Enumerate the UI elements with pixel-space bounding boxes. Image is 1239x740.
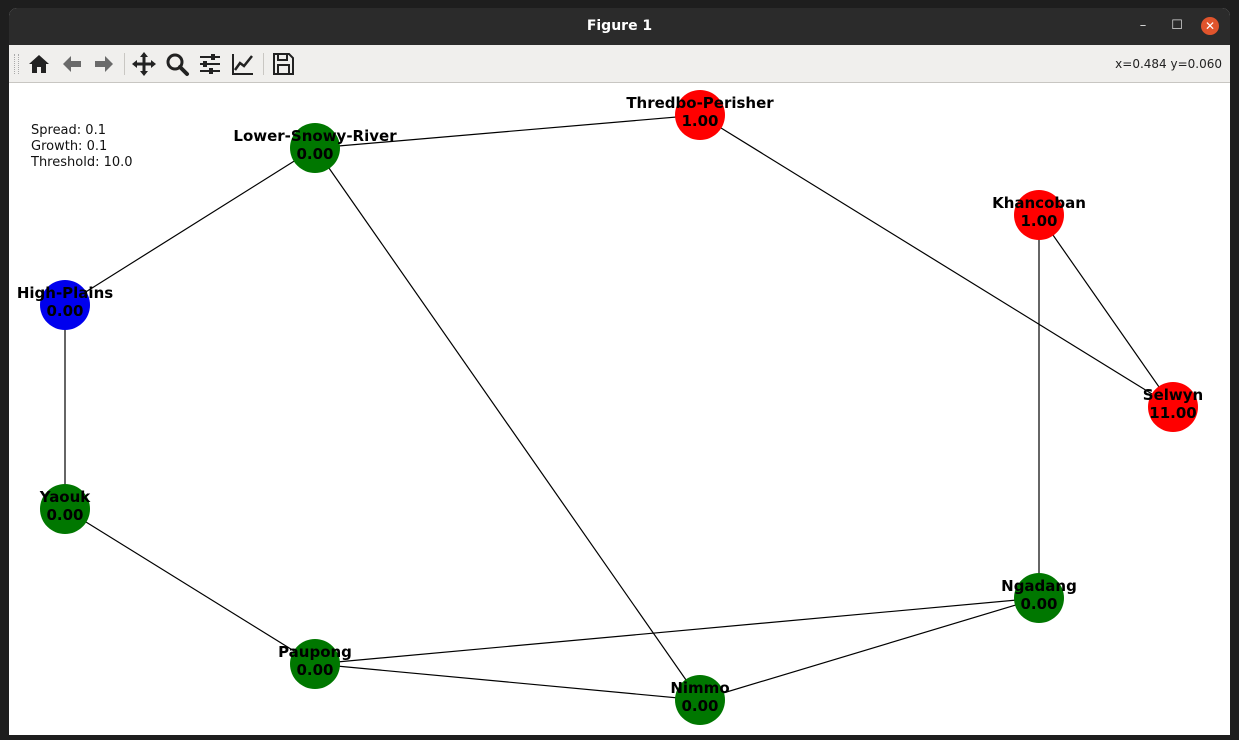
node-label-thredbo: Thredbo-Perisher bbox=[626, 94, 774, 112]
node-value-ngadang: 0.00 bbox=[1020, 595, 1057, 613]
spread-text: Spread: 0.1 bbox=[31, 123, 106, 138]
window-title: Figure 1 bbox=[586, 18, 653, 34]
node-value-nimmo: 0.00 bbox=[681, 697, 718, 715]
threshold-text: Threshold: 10.0 bbox=[31, 155, 133, 170]
zoom-icon[interactable] bbox=[164, 51, 190, 77]
edit-axis-icon[interactable] bbox=[230, 51, 256, 77]
back-icon[interactable] bbox=[59, 51, 85, 77]
network-graph: Thredbo-Perisher1.00Lower-Snowy-River0.0… bbox=[17, 90, 1203, 725]
node-label-khancoban: Khancoban bbox=[992, 194, 1086, 212]
toolbar-separator bbox=[263, 53, 264, 75]
edge-lower-highplains bbox=[64, 147, 316, 306]
node-value-thredbo: 1.00 bbox=[681, 112, 718, 130]
home-icon[interactable] bbox=[26, 51, 52, 77]
save-icon[interactable] bbox=[270, 51, 296, 77]
node-label-nimmo: Nimmo bbox=[670, 679, 729, 697]
pan-icon[interactable] bbox=[131, 51, 157, 77]
node-value-paupong: 0.00 bbox=[296, 661, 333, 679]
parameter-text: Spread: 0.1 Growth: 0.1 Threshold: 10.0 bbox=[31, 123, 133, 171]
edge-lower-nimmo bbox=[314, 147, 701, 701]
node-label-lower: Lower-Snowy-River bbox=[233, 127, 397, 145]
node-value-khancoban: 1.00 bbox=[1020, 212, 1057, 230]
edge-thredbo-selwyn bbox=[699, 114, 1174, 408]
minimize-button[interactable]: – bbox=[1133, 16, 1153, 36]
node-label-selwyn: Selwyn bbox=[1143, 386, 1203, 404]
close-button[interactable]: ✕ bbox=[1201, 17, 1219, 35]
node-value-yaouk: 0.00 bbox=[46, 506, 83, 524]
toolbar: x=0.484 y=0.060 bbox=[9, 45, 1230, 83]
figure-window: Figure 1 – ☐ ✕ x=0.484 y=0.060 Thredbo-P… bbox=[9, 8, 1230, 735]
node-value-highplains: 0.00 bbox=[46, 302, 83, 320]
plot-canvas[interactable]: Thredbo-Perisher 1.00 Lower-Snowy-River 0.0… bbox=[9, 83, 1230, 735]
node-value-lower: 0.00 bbox=[296, 145, 333, 163]
edge-yaouk-paupong bbox=[64, 508, 316, 665]
forward-icon[interactable] bbox=[91, 51, 117, 77]
node-label-ngadang: Ngadang bbox=[1001, 577, 1077, 595]
toolbar-separator bbox=[124, 53, 125, 75]
cursor-coordinates: x=0.484 y=0.060 bbox=[1115, 57, 1222, 71]
maximize-button[interactable]: ☐ bbox=[1167, 16, 1187, 36]
configure-subplots-icon[interactable] bbox=[197, 51, 223, 77]
edge-khancoban-selwyn bbox=[1038, 214, 1174, 408]
node-label-paupong: Paupong bbox=[278, 643, 352, 661]
node-label-highplains: High-Plains bbox=[17, 284, 113, 302]
node-value-selwyn: 11.00 bbox=[1149, 404, 1196, 422]
growth-text: Growth: 0.1 bbox=[31, 139, 108, 154]
node-label-yaouk: Yaouk bbox=[39, 488, 92, 506]
title-bar[interactable]: Figure 1 – ☐ ✕ bbox=[9, 8, 1230, 45]
toolbar-grip[interactable] bbox=[14, 54, 19, 74]
edge-paupong-nimmo bbox=[314, 663, 701, 701]
